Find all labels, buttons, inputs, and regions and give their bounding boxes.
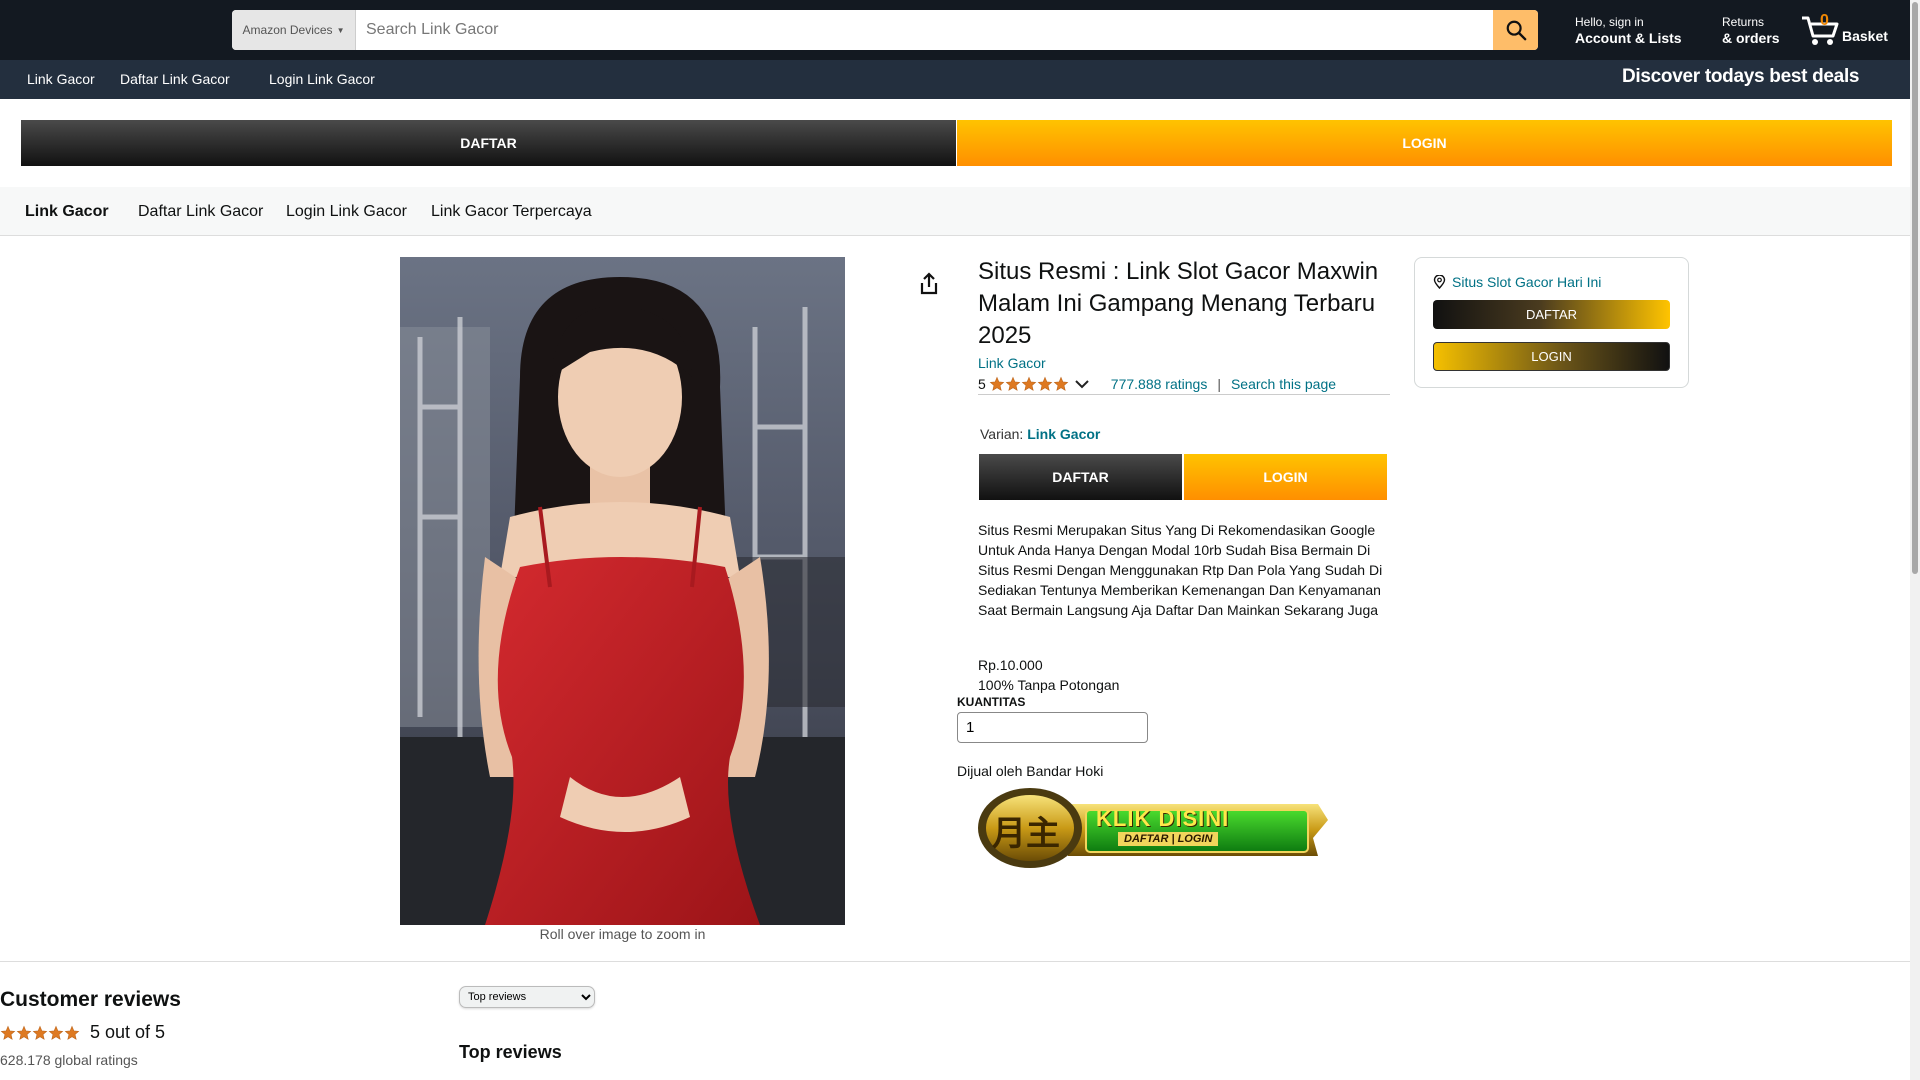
quantity-label: KUANTITAS bbox=[957, 695, 1026, 709]
buybox-daftar-button[interactable]: DAFTAR bbox=[1433, 300, 1670, 329]
basket-label: Basket bbox=[1842, 28, 1888, 44]
reviews-stars bbox=[0, 1025, 80, 1041]
section-divider bbox=[0, 961, 1910, 962]
store-link[interactable]: Link Gacor bbox=[978, 355, 1046, 371]
reviews-score: 5 out of 5 bbox=[90, 1022, 166, 1042]
rating-separator: | bbox=[1217, 376, 1221, 392]
chevron-down-icon[interactable] bbox=[1075, 379, 1089, 389]
varian-value[interactable]: Link Gacor bbox=[1027, 426, 1100, 442]
cart-count: 0 bbox=[1820, 12, 1829, 29]
share-icon bbox=[920, 272, 938, 295]
returns-orders[interactable]: Returns & orders bbox=[1722, 15, 1780, 46]
buybox-login-button[interactable]: LOGIN bbox=[1433, 342, 1670, 371]
ratings-count-link[interactable]: 777.888 ratings bbox=[1111, 376, 1208, 392]
star-icon bbox=[48, 1025, 64, 1040]
price-note: 100% Tanpa Potongan bbox=[978, 677, 1120, 693]
category-navigation: Link Gacor Daftar Link Gacor Login Link … bbox=[0, 187, 1910, 236]
star-icon bbox=[1021, 376, 1037, 391]
star-icon bbox=[1053, 376, 1069, 391]
search-bar: Amazon Devices ▼ bbox=[232, 10, 1538, 50]
page-scrollbar[interactable] bbox=[1910, 0, 1920, 1080]
reviews-global-count[interactable]: 628.178 global ratings bbox=[0, 1052, 138, 1068]
subnav-login-link-gacor[interactable]: Login Link Gacor bbox=[269, 71, 375, 87]
account-greeting: Hello, sign in bbox=[1575, 15, 1644, 29]
star-icon bbox=[0, 1025, 16, 1040]
catnav-link-gacor-terpercaya[interactable]: Link Gacor Terpercaya bbox=[431, 203, 592, 221]
quantity-input[interactable] bbox=[957, 712, 1148, 743]
reviews-summary: 5 out of 5 bbox=[0, 1022, 165, 1043]
reviews-sort-select[interactable]: Top reviews bbox=[459, 986, 595, 1008]
klik-disini-banner[interactable]: 月主 KLIK DISINI DAFTAR | LOGIN bbox=[978, 782, 1328, 870]
search-category-label: Amazon Devices bbox=[242, 23, 333, 37]
top-reviews-heading: Top reviews bbox=[459, 1042, 562, 1062]
orders-label: & orders bbox=[1722, 29, 1780, 46]
caret-down-icon: ▼ bbox=[336, 25, 345, 35]
star-icon bbox=[64, 1025, 80, 1040]
rating-stars[interactable] bbox=[989, 376, 1069, 392]
search-category-dropdown[interactable]: Amazon Devices ▼ bbox=[232, 10, 356, 50]
top-login-button[interactable]: LOGIN bbox=[957, 120, 1892, 166]
price-block: Rp.10.000 100% Tanpa Potongan bbox=[978, 655, 1119, 695]
product-login-button[interactable]: LOGIN bbox=[1184, 454, 1387, 500]
top-header: Amazon Devices ▼ Hello, sign in Account … bbox=[0, 0, 1920, 60]
seller-label: Dijual oleh Bandar Hoki bbox=[957, 763, 1104, 779]
scrollbar-thumb[interactable] bbox=[1912, 2, 1918, 574]
catnav-login-link-gacor[interactable]: Login Link Gacor bbox=[286, 203, 407, 221]
banner-title: KLIK DISINI bbox=[1096, 806, 1230, 831]
product-image[interactable] bbox=[400, 257, 845, 925]
star-icon bbox=[16, 1025, 32, 1040]
account-label: Account & Lists bbox=[1575, 29, 1682, 46]
rating-value: 5 bbox=[978, 376, 986, 392]
star-icon bbox=[989, 376, 1005, 391]
buybox-location-link[interactable]: Situs Slot Gacor Hari Ini bbox=[1452, 274, 1601, 290]
rating-row: 5 777.888 ratings | Search this page bbox=[978, 374, 1390, 395]
share-button[interactable] bbox=[918, 272, 940, 301]
catnav-link-gacor[interactable]: Link Gacor bbox=[25, 203, 109, 221]
banner-logo: 月主 bbox=[992, 814, 1060, 854]
star-icon bbox=[1005, 376, 1021, 391]
deals-banner-text[interactable]: Discover todays best deals bbox=[1622, 66, 1860, 88]
returns-label: Returns bbox=[1722, 15, 1765, 29]
zoom-hint: Roll over image to zoom in bbox=[539, 926, 706, 942]
search-input[interactable] bbox=[356, 10, 1493, 50]
varian-label: Varian: bbox=[980, 426, 1024, 442]
product-title: Situs Resmi : Link Slot Gacor Maxwin Mal… bbox=[978, 258, 1379, 349]
subnav-daftar-link-gacor[interactable]: Daftar Link Gacor bbox=[120, 71, 230, 87]
varian-row: Varian: Link Gacor bbox=[980, 426, 1100, 442]
search-icon bbox=[1506, 20, 1526, 41]
basket-button[interactable]: 0 Basket bbox=[1800, 10, 1900, 50]
product-description: Situs Resmi Merupakan Situs Yang Di Reko… bbox=[978, 522, 1383, 618]
catnav-daftar-link-gacor[interactable]: Daftar Link Gacor bbox=[138, 203, 263, 221]
star-icon bbox=[1037, 376, 1053, 391]
sub-navigation: Link Gacor Daftar Link Gacor Login Link … bbox=[0, 60, 1910, 99]
subnav-link-gacor[interactable]: Link Gacor bbox=[27, 71, 95, 87]
product-daftar-button[interactable]: DAFTAR bbox=[979, 454, 1182, 500]
star-icon bbox=[32, 1025, 48, 1040]
buybox-location[interactable]: Situs Slot Gacor Hari Ini bbox=[1433, 274, 1601, 290]
search-this-page-link[interactable]: Search this page bbox=[1231, 376, 1336, 392]
top-daftar-button[interactable]: DAFTAR bbox=[21, 120, 956, 166]
banner-subtitle: DAFTAR | LOGIN bbox=[1118, 832, 1219, 846]
product-photo-illustration bbox=[400, 257, 845, 925]
buy-box: Situs Slot Gacor Hari Ini DAFTAR LOGIN bbox=[1414, 257, 1689, 388]
customer-reviews-heading: Customer reviews bbox=[0, 988, 181, 1011]
location-pin-icon bbox=[1433, 275, 1446, 289]
account-menu[interactable]: Hello, sign in Account & Lists bbox=[1575, 15, 1682, 46]
price-value: Rp.10.000 bbox=[978, 657, 1043, 673]
search-button[interactable] bbox=[1493, 10, 1538, 50]
